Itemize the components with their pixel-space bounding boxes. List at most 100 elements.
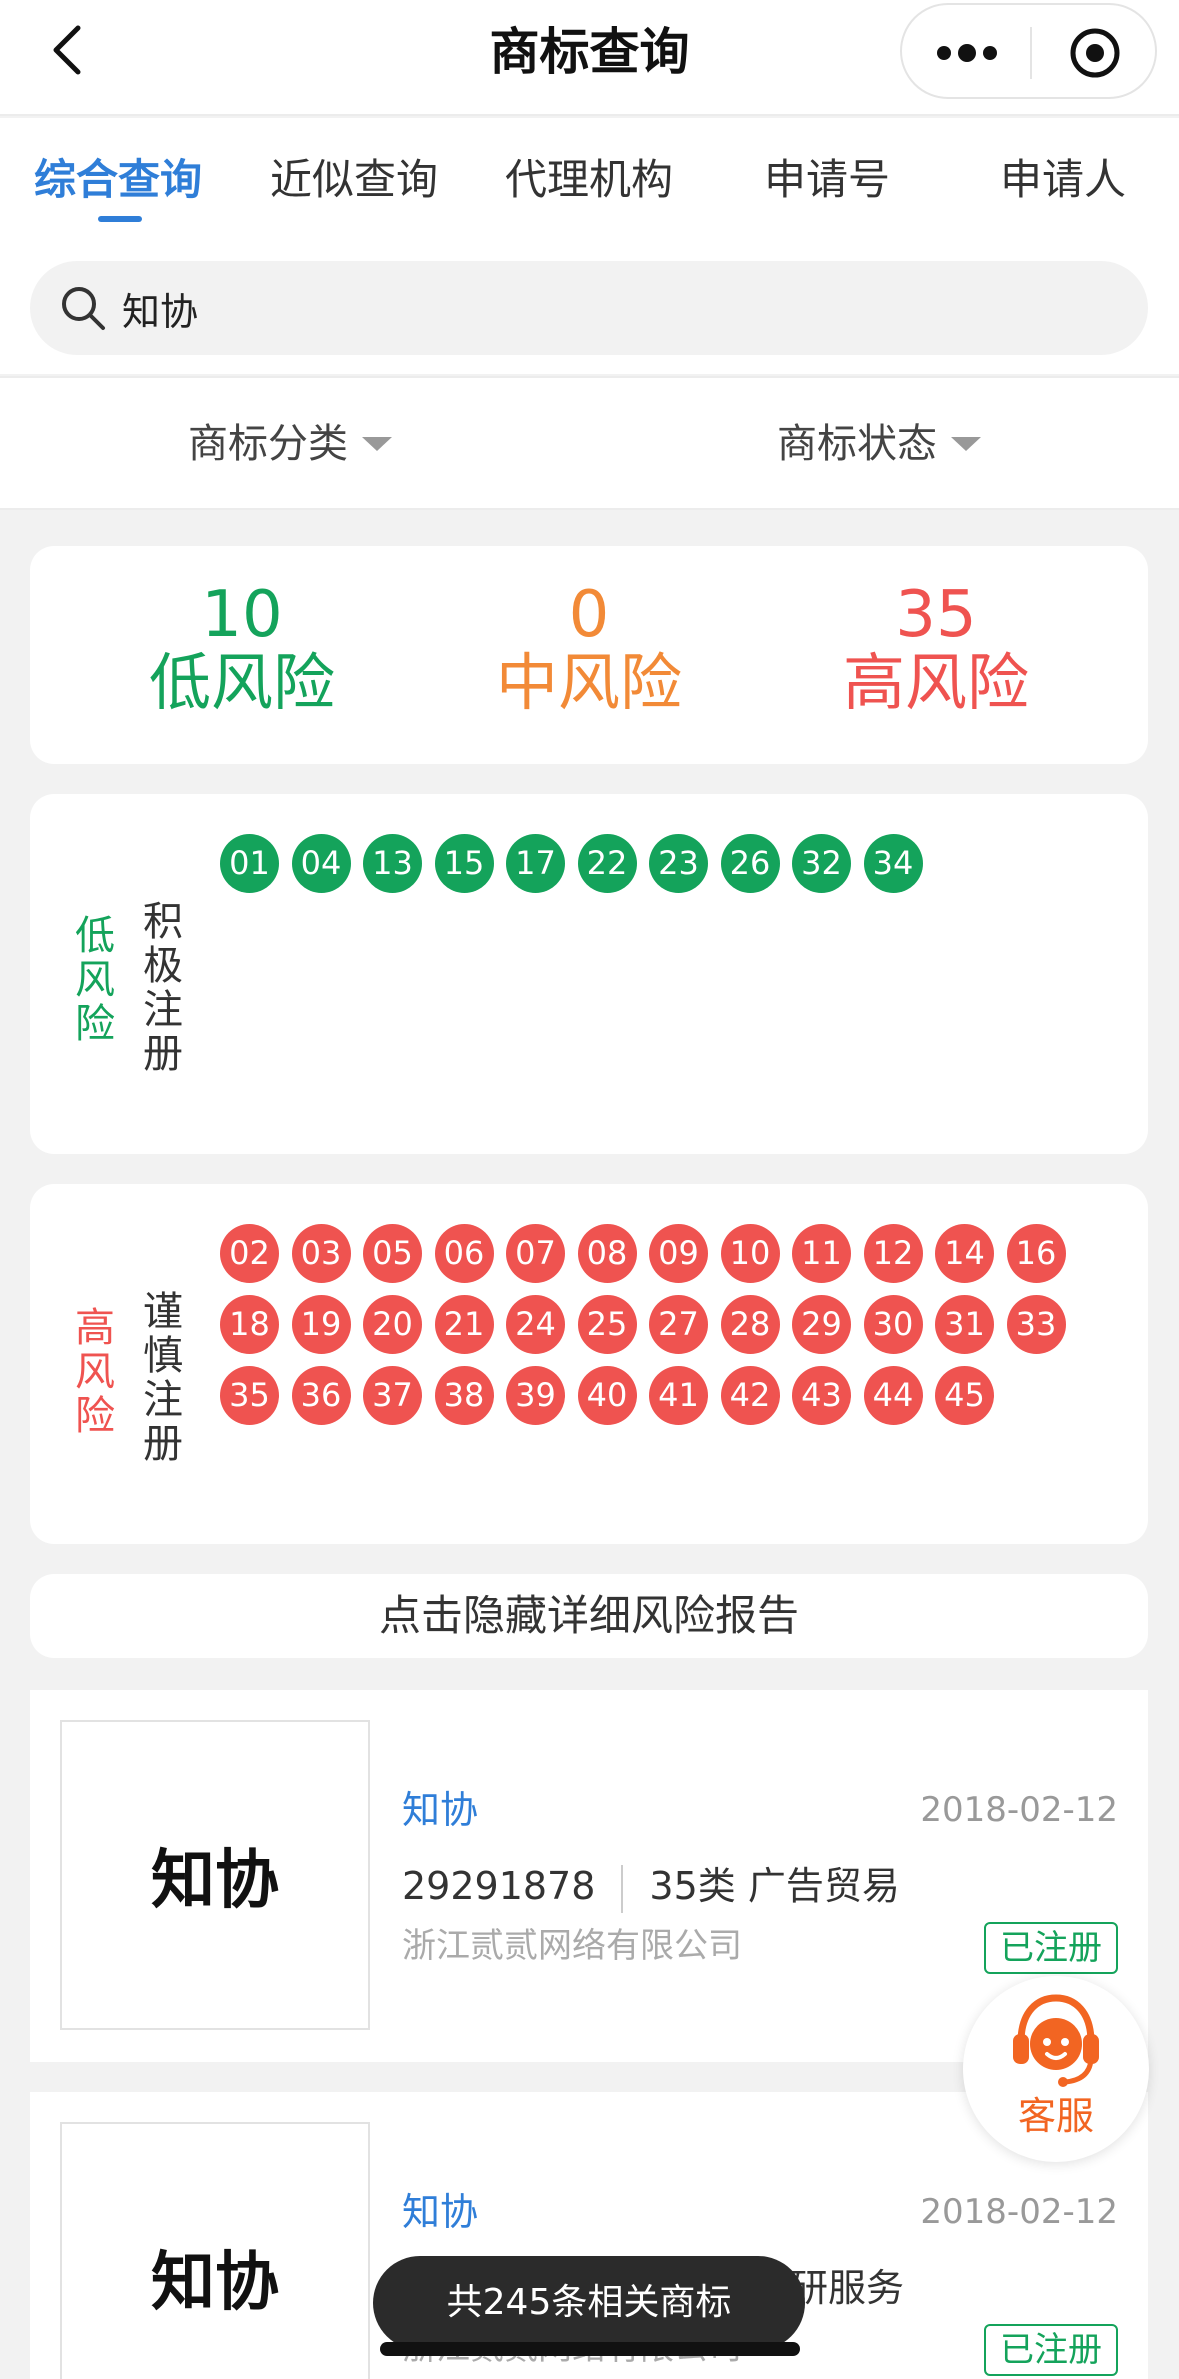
trademark-logo: 知协 — [60, 2122, 370, 2379]
filter-bar: 商标分类 商标状态 — [0, 376, 1179, 510]
high-risk-class-chip[interactable]: 24 — [506, 1295, 565, 1354]
low-risk-class-chip[interactable]: 17 — [506, 834, 565, 893]
low-risk-panel: 低风险 积极注册 01 04 13 15 17 22 23 26 32 34 — [30, 794, 1148, 1154]
trademark-result-card[interactable]: 知协 知协 2018-02-12 29291878 35类 广告贸易 浙江贰贰网络… — [30, 1690, 1148, 2062]
high-risk-class-chip[interactable]: 27 — [649, 1295, 708, 1354]
high-risk-class-chip[interactable]: 29 — [792, 1295, 851, 1354]
high-risk-class-chip[interactable]: 08 — [577, 1224, 637, 1283]
high-risk-class-chip[interactable]: 18 — [220, 1295, 279, 1354]
status-filter[interactable]: 商标状态 — [777, 418, 981, 470]
customer-service-label: 客服 — [1017, 2094, 1094, 2138]
high-risk-class-chip[interactable]: 35 — [220, 1366, 279, 1425]
high-risk-class-chip[interactable]: 21 — [434, 1295, 494, 1354]
high-risk-class-chip[interactable]: 37 — [363, 1366, 422, 1425]
query-panel: 综合查询 近似查询 代理机构 申请号 申请人 — [0, 118, 1179, 374]
high-risk-class-chip[interactable]: 07 — [506, 1224, 565, 1283]
toggle-report-button[interactable]: 点击隐藏详细风险报告 — [30, 1574, 1148, 1658]
high-risk-class-chip[interactable]: 16 — [1006, 1224, 1066, 1283]
high-risk-class-chip[interactable]: 40 — [577, 1366, 637, 1425]
high-risk-class-chip[interactable]: 30 — [863, 1295, 923, 1354]
active-tab-indicator — [98, 216, 142, 222]
low-risk-class-chip[interactable]: 04 — [291, 834, 351, 893]
high-risk-class-chip[interactable]: 09 — [649, 1224, 708, 1283]
status-badge: 已注册 — [984, 1922, 1118, 1974]
tab-agency[interactable]: 代理机构 — [505, 154, 673, 206]
nav-header: 商标查询 — [0, 0, 1179, 116]
customer-service-headset-icon — [1013, 1994, 1099, 2087]
high-risk-class-chip[interactable]: 25 — [577, 1295, 637, 1354]
high-risk-class-chip[interactable]: 41 — [649, 1366, 708, 1425]
applicant-company: 浙江贰贰网络有限公司 — [402, 1926, 742, 1966]
trademark-name[interactable]: 知协 — [402, 2188, 478, 2236]
high-risk-class-chip[interactable]: 33 — [1006, 1295, 1066, 1354]
high-risk-class-chip[interactable]: 44 — [863, 1366, 923, 1425]
trademark-date: 2018-02-12 — [920, 1790, 1118, 1830]
trademark-info: 研服务 — [790, 2264, 904, 2312]
more-dots-icon[interactable] — [932, 33, 1002, 73]
high-risk-vertical-label: 高风险 — [75, 1305, 115, 1439]
high-risk-class-chip[interactable]: 45 — [935, 1366, 994, 1425]
low-risk-class-chip[interactable]: 13 — [363, 834, 422, 893]
high-risk-label: 高风险 — [842, 646, 1029, 719]
high-risk-class-chip[interactable]: 14 — [935, 1224, 994, 1283]
high-risk-class-chip[interactable]: 36 — [291, 1366, 351, 1425]
high-risk-stat: 35 高风险 — [786, 582, 1086, 718]
low-risk-class-chip[interactable]: 34 — [863, 834, 923, 893]
low-risk-class-chip[interactable]: 15 — [434, 834, 494, 893]
low-risk-class-chip[interactable]: 22 — [577, 834, 637, 893]
status-filter-label: 商标状态 — [777, 421, 937, 467]
target-close-icon[interactable] — [1067, 25, 1123, 81]
tab-applicant[interactable]: 申请人 — [1000, 154, 1126, 206]
tab-application-number[interactable]: 申请号 — [764, 154, 890, 206]
status-badge: 已注册 — [984, 2324, 1118, 2376]
caret-down-icon — [362, 437, 392, 451]
high-risk-class-chip[interactable]: 12 — [863, 1224, 923, 1283]
trademark-name[interactable]: 知协 — [402, 1786, 478, 1834]
category-filter-label: 商标分类 — [188, 421, 348, 467]
high-risk-class-list: 02 03 05 06 07 08 09 10 11 12 14 16 18 19 20 21 24 25 27 28… — [220, 1224, 1120, 1437]
risk-summary-card: 10 低风险 0 中风险 35 高风险 — [30, 546, 1148, 764]
high-risk-class-chip[interactable]: 03 — [291, 1224, 351, 1283]
registration-number: 29291878 — [402, 1864, 596, 1908]
high-risk-class-chip[interactable]: 06 — [434, 1224, 494, 1283]
trademark-info: 29291878 35类 广告贸易 — [402, 1862, 900, 1913]
high-risk-class-chip[interactable]: 39 — [506, 1366, 565, 1425]
low-risk-class-chip[interactable]: 32 — [792, 834, 851, 893]
high-risk-class-chip[interactable]: 38 — [434, 1366, 494, 1425]
query-tabs: 综合查询 近似查询 代理机构 申请号 申请人 — [0, 118, 1179, 222]
trademark-class: 研服务 — [790, 2266, 905, 2310]
high-risk-class-chip[interactable]: 43 — [792, 1366, 851, 1425]
result-count-toast: 共245条相关商标 — [373, 2256, 805, 2350]
high-risk-class-chip[interactable]: 28 — [720, 1295, 780, 1354]
high-risk-class-chip[interactable]: 20 — [363, 1295, 422, 1354]
high-risk-class-chip[interactable]: 31 — [935, 1295, 994, 1354]
search-input[interactable] — [122, 261, 1102, 355]
high-risk-class-chip[interactable]: 02 — [220, 1224, 279, 1283]
mid-risk-stat: 0 中风险 — [439, 582, 739, 718]
capsule-divider — [1030, 27, 1032, 79]
high-risk-class-chip[interactable]: 11 — [792, 1224, 851, 1283]
customer-service-button[interactable]: 客服 — [963, 1976, 1149, 2162]
low-risk-stat: 10 低风险 — [92, 582, 392, 718]
high-risk-count: 35 — [895, 578, 977, 652]
high-risk-class-chip[interactable]: 42 — [720, 1366, 780, 1425]
high-risk-class-chip[interactable]: 10 — [720, 1224, 780, 1283]
mini-program-capsule — [900, 3, 1157, 99]
high-risk-class-chip[interactable]: 05 — [363, 1224, 422, 1283]
trademark-date: 2018-02-12 — [920, 2192, 1118, 2232]
category-filter[interactable]: 商标分类 — [188, 418, 392, 470]
search-icon — [62, 287, 105, 330]
home-indicator — [380, 2342, 800, 2356]
low-risk-class-chip[interactable]: 23 — [649, 834, 708, 893]
info-divider — [621, 1864, 624, 1913]
low-risk-class-list: 01 04 13 15 17 22 23 26 32 34 — [220, 834, 1120, 905]
low-risk-class-chip[interactable]: 01 — [220, 834, 279, 893]
low-risk-advice: 积极注册 — [143, 899, 183, 1077]
trademark-class: 35类 广告贸易 — [649, 1864, 900, 1908]
search-bar[interactable] — [30, 261, 1148, 355]
low-risk-class-chip[interactable]: 26 — [720, 834, 780, 893]
tab-similar[interactable]: 近似查询 — [270, 154, 438, 206]
trademark-logo: 知协 — [60, 1720, 370, 2030]
tab-comprehensive[interactable]: 综合查询 — [34, 154, 202, 206]
high-risk-class-chip[interactable]: 19 — [291, 1295, 351, 1354]
